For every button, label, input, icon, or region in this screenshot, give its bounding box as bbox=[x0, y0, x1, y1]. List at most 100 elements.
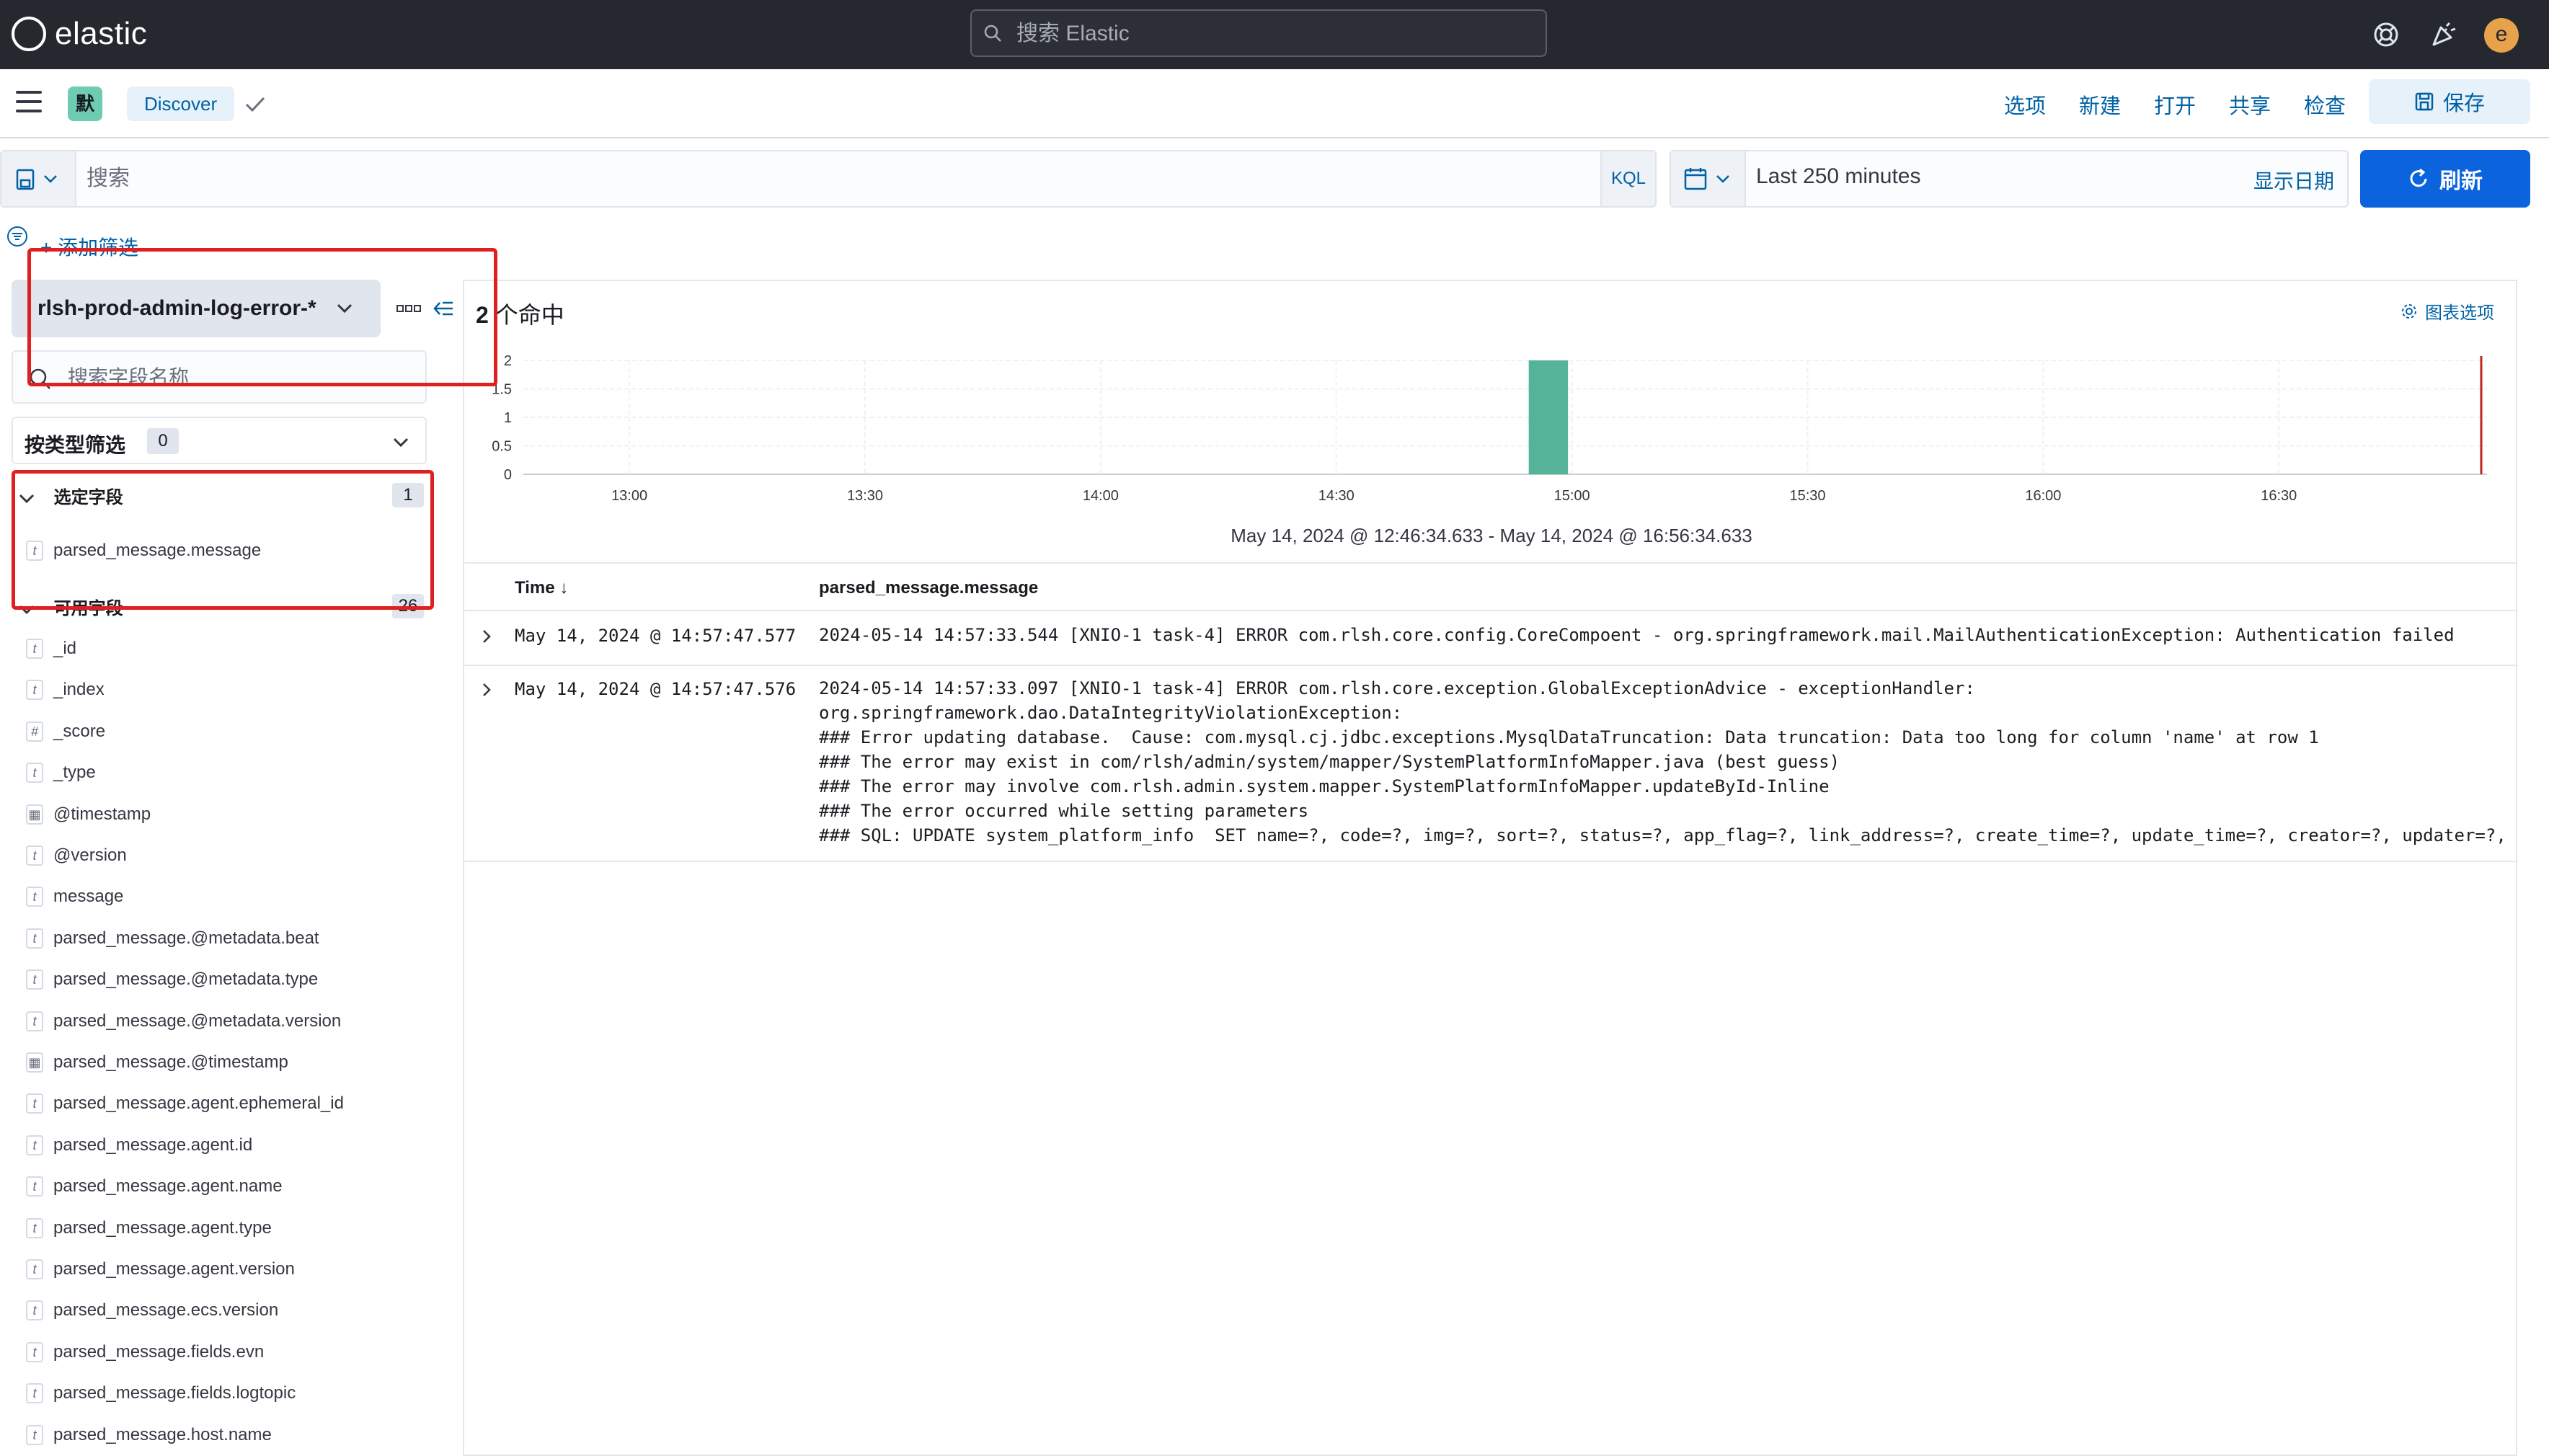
string-field-icon: t bbox=[26, 763, 43, 784]
document-table-header: Time ↓ parsed_message.message bbox=[464, 562, 2516, 611]
string-field-icon: t bbox=[26, 1259, 43, 1279]
field-item[interactable]: t _type bbox=[26, 758, 96, 787]
annotation-box-selected-fields bbox=[12, 470, 434, 610]
field-item[interactable]: t parsed_message.agent.version bbox=[26, 1255, 295, 1284]
string-field-icon: t bbox=[26, 639, 43, 659]
save-label: 保存 bbox=[2442, 92, 2485, 115]
hits-label: 个命中 bbox=[495, 302, 564, 328]
x-tick-label: 13:30 bbox=[847, 488, 883, 504]
menu-toggle-icon[interactable] bbox=[16, 91, 42, 112]
help-icon[interactable] bbox=[2372, 20, 2401, 49]
field-item[interactable]: t parsed_message.agent.type bbox=[26, 1214, 272, 1243]
histogram-chart[interactable]: 00.511.5213:00 13:30 14:00 14:30 15:00 15:30 1… bbox=[464, 346, 2519, 519]
global-search-input[interactable] bbox=[1016, 18, 1521, 50]
query-input[interactable] bbox=[87, 163, 1528, 195]
field-item[interactable]: t parsed_message.@metadata.version bbox=[26, 1007, 341, 1036]
expand-row-icon[interactable] bbox=[477, 680, 496, 699]
field-name: _id bbox=[53, 639, 77, 658]
table-row[interactable]: May 14, 2024 @ 14:57:47.577 2024-05-14 14… bbox=[464, 613, 2516, 666]
inspect-link[interactable]: 检查 bbox=[2304, 89, 2346, 120]
show-dates-link[interactable]: 显示日期 bbox=[2253, 166, 2334, 195]
open-link[interactable]: 打开 bbox=[2154, 89, 2196, 120]
new-link[interactable]: 新建 bbox=[2079, 89, 2121, 120]
query-language-toggle[interactable]: KQL bbox=[1600, 151, 1655, 206]
filter-icon[interactable] bbox=[6, 225, 29, 248]
string-field-icon: t bbox=[26, 845, 43, 866]
gear-icon bbox=[2402, 303, 2416, 319]
field-item[interactable]: # _score bbox=[26, 717, 105, 746]
field-name: parsed_message.agent.name bbox=[53, 1176, 283, 1197]
x-tick-label: 16:00 bbox=[2025, 488, 2061, 504]
news-feed-icon[interactable] bbox=[2429, 20, 2458, 49]
save-button[interactable]: 保存 bbox=[2369, 79, 2530, 124]
string-field-icon: t bbox=[26, 680, 43, 701]
global-search[interactable] bbox=[970, 9, 1547, 57]
options-link[interactable]: 选项 bbox=[2004, 89, 2046, 120]
column-header-time[interactable]: Time ↓ bbox=[515, 578, 568, 598]
field-item[interactable]: t parsed_message.@metadata.beat bbox=[26, 924, 319, 953]
string-field-icon: t bbox=[26, 1217, 43, 1238]
filter-by-type[interactable]: 按类型筛选 0 bbox=[12, 417, 427, 464]
number-field-icon: # bbox=[26, 721, 43, 742]
histogram-bar bbox=[1528, 360, 1569, 474]
x-tick-label: 15:30 bbox=[1789, 488, 1825, 504]
refresh-label: 刷新 bbox=[2439, 169, 2483, 193]
field-item[interactable]: t parsed_message.host.name bbox=[26, 1421, 272, 1450]
saved-query-menu[interactable] bbox=[1, 151, 76, 206]
space-avatar[interactable]: 默 bbox=[68, 86, 102, 121]
string-field-icon: t bbox=[26, 1176, 43, 1197]
field-name: parsed_message.@metadata.version bbox=[53, 1011, 342, 1031]
string-field-icon: t bbox=[26, 1093, 43, 1114]
share-link[interactable]: 共享 bbox=[2229, 89, 2271, 120]
field-name: parsed_message.host.name bbox=[53, 1424, 272, 1444]
field-name: parsed_message.@metadata.type bbox=[53, 969, 319, 990]
row-timestamp: May 14, 2024 @ 14:57:47.577 bbox=[515, 626, 797, 646]
field-item[interactable]: ▦ parsed_message.@timestamp bbox=[26, 1048, 288, 1077]
string-field-icon: t bbox=[26, 1011, 43, 1031]
field-item[interactable]: t parsed_message.agent.name bbox=[26, 1172, 283, 1201]
field-item[interactable]: t _id bbox=[26, 634, 76, 663]
field-name: @timestamp bbox=[53, 804, 151, 824]
histogram-time-range: May 14, 2024 @ 12:46:34.633 - May 14, 20… bbox=[1231, 525, 1752, 546]
app-header: 默 Discover 选项 新建 打开 共享 检查 保存 bbox=[0, 69, 2549, 138]
row-timestamp: May 14, 2024 @ 14:57:47.576 bbox=[515, 679, 797, 699]
field-item[interactable]: t _index bbox=[26, 675, 105, 704]
x-tick-label: 15:00 bbox=[1554, 488, 1590, 504]
refresh-button[interactable]: 刷新 bbox=[2360, 150, 2530, 208]
field-name: parsed_message.fields.evn bbox=[53, 1341, 265, 1362]
field-item[interactable]: t message bbox=[26, 882, 123, 911]
field-name: parsed_message.agent.ephemeral_id bbox=[53, 1093, 344, 1114]
field-item[interactable]: t @version bbox=[26, 841, 127, 870]
field-name: parsed_message.@metadata.beat bbox=[53, 928, 319, 948]
field-item[interactable]: t parsed_message.@metadata.type bbox=[26, 965, 318, 994]
expand-row-icon[interactable] bbox=[477, 627, 496, 646]
string-field-icon: t bbox=[26, 928, 43, 949]
field-item[interactable]: t parsed_message.fields.logtopic bbox=[26, 1379, 296, 1408]
field-item[interactable]: ▦ @timestamp bbox=[26, 800, 151, 829]
y-tick-label: 0 bbox=[504, 467, 512, 483]
x-tick-label: 14:00 bbox=[1083, 488, 1119, 504]
row-message: 2024-05-14 14:57:33.097 [XNIO-1 task-4] … bbox=[819, 678, 2506, 845]
x-tick-label: 16:30 bbox=[2261, 488, 2297, 504]
elastic-logo[interactable]: elastic bbox=[12, 16, 147, 52]
quick-menu-button[interactable] bbox=[1671, 151, 1746, 206]
breadcrumb-discover[interactable]: Discover bbox=[127, 86, 235, 121]
date-field-icon: ▦ bbox=[26, 1052, 43, 1073]
discover-main-panel: 2 个命中 图表选项 0 0.5 1 1.5 2 13:00 13:30 14:00 14:30… bbox=[463, 280, 2517, 1456]
user-avatar[interactable]: e bbox=[2484, 18, 2519, 53]
field-name: parsed_message.agent.version bbox=[53, 1259, 295, 1279]
logo-text: elastic bbox=[55, 16, 148, 51]
string-field-icon: t bbox=[26, 887, 43, 907]
column-header-message[interactable]: parsed_message.message bbox=[819, 578, 1038, 598]
calendar-icon bbox=[1684, 168, 1729, 190]
top-header: elastic e bbox=[0, 0, 2549, 69]
field-item[interactable]: t parsed_message.agent.id bbox=[26, 1131, 252, 1160]
table-row[interactable]: May 14, 2024 @ 14:57:47.576 2024-05-14 14… bbox=[464, 666, 2516, 862]
annotation-box-index-pattern bbox=[27, 248, 497, 386]
chart-options-button[interactable]: 图表选项 bbox=[2401, 298, 2494, 324]
field-item[interactable]: t parsed_message.fields.evn bbox=[26, 1338, 264, 1367]
field-item[interactable]: t parsed_message.ecs.version bbox=[26, 1296, 278, 1325]
y-tick-label: 1 bbox=[504, 410, 512, 426]
time-range-text[interactable]: Last 250 minutes bbox=[1756, 164, 1920, 189]
field-item[interactable]: t parsed_message.agent.ephemeral_id bbox=[26, 1089, 344, 1118]
